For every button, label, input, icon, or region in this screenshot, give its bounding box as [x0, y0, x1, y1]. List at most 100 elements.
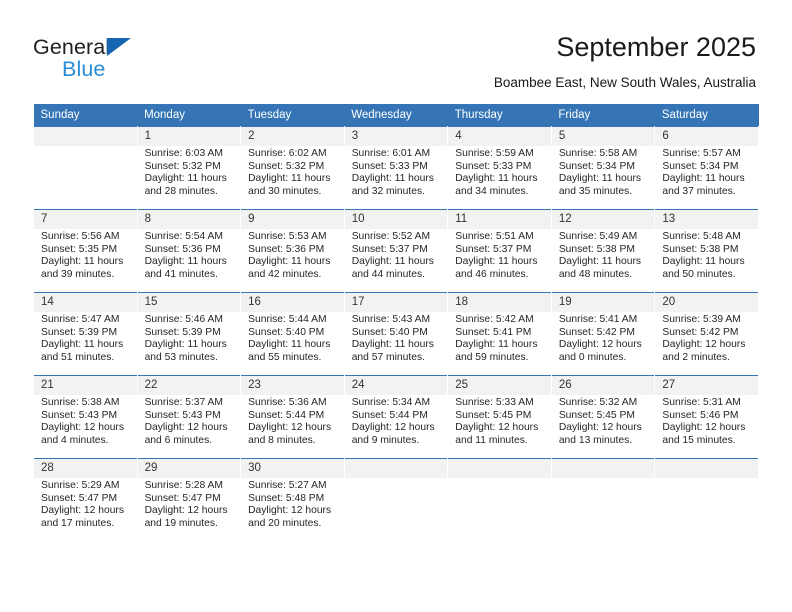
day-details: Sunrise: 5:31 AM Sunset: 5:46 PM Daylight:…	[655, 395, 758, 447]
day-number: 20	[655, 293, 758, 312]
sunset-time: Sunset: 5:43 PM	[144, 409, 221, 421]
daylight-duration-line2: and 4 minutes.	[41, 434, 109, 446]
day-number: 12	[551, 210, 655, 229]
calendar-day-cell[interactable]: 19 Sunrise: 5:41 AM Sunset: 5:42 PM Dayligh…	[550, 292, 656, 376]
calendar-day-cell[interactable]: 8 Sunrise: 5:54 AM Sunset: 5:36 PM Daylight…	[136, 209, 242, 293]
daylight-duration-line1: Daylight: 12 hours	[662, 339, 746, 351]
calendar-day-cell[interactable]: 7 Sunrise: 5:56 AM Sunset: 5:35 PM Daylight…	[33, 209, 138, 293]
calendar-cell-inner: 2 Sunrise: 6:02 AM Sunset: 5:32 PM Daylight…	[241, 127, 344, 209]
calendar-day-cell[interactable]: 13 Sunrise: 5:48 AM Sunset: 5:38 PM Dayligh…	[654, 209, 759, 293]
daylight-duration-line2: and 55 minutes.	[248, 351, 322, 363]
day-number	[551, 459, 655, 478]
calendar-day-cell[interactable]: 15 Sunrise: 5:46 AM Sunset: 5:39 PM Dayligh…	[136, 292, 242, 376]
calendar-cell-inner: 12 Sunrise: 5:49 AM Sunset: 5:38 PM Dayligh…	[551, 210, 655, 292]
calendar-day-cell[interactable]: 16 Sunrise: 5:44 AM Sunset: 5:40 PM Dayligh…	[240, 292, 345, 376]
sunrise-time: Sunrise: 6:01 AM	[351, 148, 431, 159]
calendar-day-cell[interactable]: 27 Sunrise: 5:31 AM Sunset: 5:46 PM Dayligh…	[654, 375, 759, 459]
calendar-day-cell[interactable]: 11 Sunrise: 5:51 AM Sunset: 5:37 PM Dayligh…	[447, 209, 552, 293]
day-number: 19	[551, 293, 655, 312]
day-number: 26	[551, 376, 655, 395]
calendar-day-cell[interactable]: 28 Sunrise: 5:29 AM Sunset: 5:47 PM Dayligh…	[33, 458, 138, 541]
day-details: Sunrise: 5:58 AM Sunset: 5:34 PM Daylight:…	[552, 146, 655, 198]
daylight-duration-line1: Daylight: 11 hours	[455, 339, 538, 351]
calendar-day-cell[interactable]: 5 Sunrise: 5:58 AM Sunset: 5:34 PM Daylight…	[550, 126, 656, 210]
calendar-day-cell[interactable]: 25 Sunrise: 5:33 AM Sunset: 5:45 PM Dayligh…	[447, 375, 552, 459]
calendar-cell-inner: 8 Sunrise: 5:54 AM Sunset: 5:36 PM Daylight…	[137, 210, 241, 292]
sunset-time: Sunset: 5:40 PM	[351, 326, 428, 338]
day-details: Sunrise: 5:46 AM Sunset: 5:39 PM Daylight:…	[138, 312, 241, 364]
day-details: Sunrise: 5:52 AM Sunset: 5:37 PM Daylight:…	[345, 229, 448, 281]
calendar-day-cell[interactable]: 3 Sunrise: 6:01 AM Sunset: 5:33 PM Daylight…	[343, 126, 449, 210]
daylight-duration-line2: and 32 minutes.	[351, 185, 425, 197]
day-number: 27	[655, 376, 758, 395]
day-details: Sunrise: 5:34 AM Sunset: 5:44 PM Daylight:…	[345, 395, 448, 447]
sunrise-time: Sunrise: 5:53 AM	[248, 231, 327, 242]
calendar-day-cell[interactable]: 6 Sunrise: 5:57 AM Sunset: 5:34 PM Daylight…	[654, 126, 759, 210]
calendar-day-cell[interactable]: 18 Sunrise: 5:42 AM Sunset: 5:41 PM Dayligh…	[447, 292, 552, 376]
day-details: Sunrise: 5:51 AM Sunset: 5:37 PM Daylight:…	[448, 229, 551, 281]
weekday-header-thursday: Thursday	[447, 104, 552, 127]
calendar-day-cell[interactable]: 30 Sunrise: 5:27 AM Sunset: 5:48 PM Dayligh…	[240, 458, 345, 541]
calendar-cell-inner: 7 Sunrise: 5:56 AM Sunset: 5:35 PM Daylight…	[34, 210, 137, 292]
calendar-day-cell[interactable]: 29 Sunrise: 5:28 AM Sunset: 5:47 PM Dayligh…	[136, 458, 242, 541]
day-details: Sunrise: 5:43 AM Sunset: 5:40 PM Daylight:…	[345, 312, 448, 364]
sunset-time: Sunset: 5:44 PM	[248, 409, 325, 421]
sunset-time: Sunset: 5:37 PM	[351, 243, 428, 255]
day-number: 6	[655, 127, 758, 146]
calendar-day-cell[interactable]: 9 Sunrise: 5:53 AM Sunset: 5:36 PM Daylight…	[240, 209, 345, 293]
sunset-time: Sunset: 5:42 PM	[558, 326, 635, 338]
sunset-time: Sunset: 5:38 PM	[662, 243, 739, 255]
daylight-duration-line2: and 11 minutes.	[455, 434, 528, 446]
calendar-day-cell[interactable]: 22 Sunrise: 5:37 AM Sunset: 5:43 PM Dayligh…	[136, 375, 242, 459]
day-number	[34, 127, 137, 146]
calendar-day-cell[interactable]: 26 Sunrise: 5:32 AM Sunset: 5:45 PM Dayligh…	[550, 375, 656, 459]
weekday-header-wednesday: Wednesday	[344, 104, 448, 127]
page-subtitle: Boambee East, New South Wales, Australia	[493, 75, 756, 90]
day-details: Sunrise: 5:44 AM Sunset: 5:40 PM Daylight:…	[241, 312, 344, 364]
day-number: 1	[137, 127, 241, 146]
day-details: Sunrise: 5:39 AM Sunset: 5:42 PM Daylight:…	[655, 312, 758, 364]
calendar-cell-inner: 11 Sunrise: 5:51 AM Sunset: 5:37 PM Dayligh…	[448, 210, 551, 292]
calendar-cell-inner	[655, 459, 758, 541]
day-number: 21	[34, 376, 137, 395]
day-number: 2	[241, 127, 344, 146]
calendar-day-cell[interactable]: 2 Sunrise: 6:02 AM Sunset: 5:32 PM Daylight…	[240, 126, 345, 210]
sunrise-sunset-calendar: Sunday Monday Tuesday Wednesday Thursday…	[33, 104, 759, 541]
daylight-duration-line1: Daylight: 11 hours	[662, 173, 745, 185]
sunset-time: Sunset: 5:41 PM	[455, 326, 532, 338]
day-number: 3	[344, 127, 448, 146]
sunset-time: Sunset: 5:35 PM	[41, 243, 118, 255]
sunrise-time: Sunrise: 5:56 AM	[41, 231, 120, 242]
daylight-duration-line1: Daylight: 11 hours	[351, 256, 434, 268]
daylight-duration-line1: Daylight: 12 hours	[144, 505, 228, 517]
calendar-day-cell[interactable]: 4 Sunrise: 5:59 AM Sunset: 5:33 PM Daylight…	[447, 126, 552, 210]
day-details: Sunrise: 5:28 AM Sunset: 5:47 PM Daylight:…	[138, 478, 241, 530]
daylight-duration-line1: Daylight: 11 hours	[662, 256, 745, 268]
general-blue-logo[interactable]: General Blue	[33, 34, 203, 86]
calendar-day-cell[interactable]: 14 Sunrise: 5:47 AM Sunset: 5:39 PM Dayligh…	[33, 292, 138, 376]
daylight-duration-line1: Daylight: 11 hours	[41, 339, 124, 351]
daylight-duration-line1: Daylight: 11 hours	[455, 256, 538, 268]
calendar-day-cell[interactable]: 23 Sunrise: 5:36 AM Sunset: 5:44 PM Dayligh…	[240, 375, 345, 459]
daylight-duration-line2: and 17 minutes.	[41, 517, 115, 529]
calendar-day-cell[interactable]: 17 Sunrise: 5:43 AM Sunset: 5:40 PM Dayligh…	[343, 292, 449, 376]
calendar-cell-inner: 20 Sunrise: 5:39 AM Sunset: 5:42 PM Dayligh…	[655, 293, 758, 375]
daylight-duration-line2: and 2 minutes.	[662, 351, 730, 363]
sunrise-time: Sunrise: 5:48 AM	[662, 231, 741, 242]
sunrise-time: Sunrise: 5:51 AM	[455, 231, 534, 242]
sunrise-time: Sunrise: 5:38 AM	[41, 397, 120, 408]
calendar-day-cell[interactable]: 21 Sunrise: 5:38 AM Sunset: 5:43 PM Dayligh…	[33, 375, 138, 459]
calendar-day-cell[interactable]: 10 Sunrise: 5:52 AM Sunset: 5:37 PM Dayligh…	[343, 209, 449, 293]
calendar-day-cell[interactable]: 20 Sunrise: 5:39 AM Sunset: 5:42 PM Dayligh…	[654, 292, 759, 376]
daylight-duration-line2: and 41 minutes.	[144, 268, 218, 280]
calendar-cell-inner: 25 Sunrise: 5:33 AM Sunset: 5:45 PM Dayligh…	[448, 376, 551, 458]
day-details: Sunrise: 5:56 AM Sunset: 5:35 PM Daylight:…	[34, 229, 137, 281]
calendar-cell-empty	[343, 458, 449, 541]
calendar-day-cell[interactable]: 1 Sunrise: 6:03 AM Sunset: 5:32 PM Daylight…	[136, 126, 242, 210]
daylight-duration-line2: and 37 minutes.	[662, 185, 736, 197]
day-details: Sunrise: 6:01 AM Sunset: 5:33 PM Daylight:…	[345, 146, 448, 198]
calendar-day-cell[interactable]: 12 Sunrise: 5:49 AM Sunset: 5:38 PM Dayligh…	[550, 209, 656, 293]
day-number: 29	[137, 459, 241, 478]
calendar-day-cell[interactable]: 24 Sunrise: 5:34 AM Sunset: 5:44 PM Dayligh…	[343, 375, 449, 459]
day-details: Sunrise: 5:38 AM Sunset: 5:43 PM Daylight:…	[34, 395, 137, 447]
